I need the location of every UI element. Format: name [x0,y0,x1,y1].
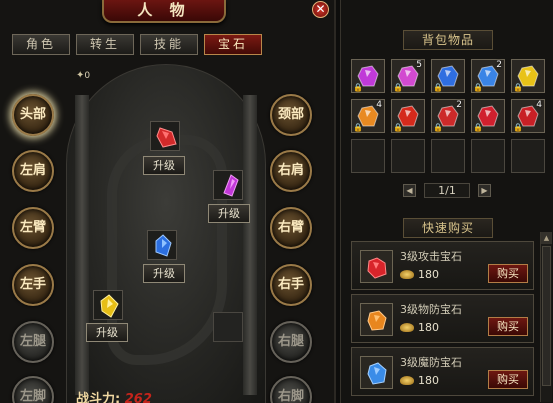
combat-power: 战斗力: 262 [76,392,152,403]
bag-title: 背包物品 [403,30,493,50]
slot-left-arm[interactable]: 左臂 [12,207,54,249]
slot-left-leg[interactable]: 左腿 [12,321,54,363]
lock-icon: 🔒 [353,83,363,92]
bag-slot-gem[interactable]: 🔒 [391,99,425,133]
lock-icon: 🔒 [473,123,483,132]
panel-title: 人 物 [102,0,226,23]
slot-right-hand[interactable]: 右手 [270,264,312,306]
coin-icon [400,323,414,332]
item-price: 180 [418,268,439,281]
coin-icon [400,376,414,385]
item-price: 180 [418,374,439,387]
gem-socket-pink[interactable] [213,170,243,200]
bag-slot-gem[interactable]: 4 🔒 [511,99,545,133]
page-indicator: 1/1 [424,183,470,198]
quick-buy-item: 3级攻击宝石 180 购买 [351,241,534,290]
sparkle-icon: ✦0 [76,70,91,81]
blue-gem-icon[interactable] [360,356,393,389]
bag-pager: ◀ 1/1 ▶ [403,183,491,198]
item-price: 180 [418,321,439,334]
lock-icon: 🔒 [433,83,443,92]
lock-icon: 🔒 [513,83,523,92]
quick-buy-title: 快速购买 [403,218,493,238]
scroll-thumb[interactable] [542,246,551,386]
bag-slot-gem[interactable]: 4 🔒 [351,99,385,133]
upgrade-button[interactable]: 升级 [143,264,185,283]
buy-button[interactable]: 购买 [488,370,528,389]
lock-icon: 🔒 [393,123,403,132]
slot-head[interactable]: 头部 [12,94,54,136]
close-button[interactable]: ✕ [312,1,329,18]
gem-socket-red[interactable] [150,121,180,151]
blue-gem-icon [155,234,172,257]
prev-page-button[interactable]: ◀ [403,184,416,197]
stack-count: 5 [416,60,422,70]
coin-icon [400,270,414,279]
pink-gem-icon [223,174,239,197]
red-gem-icon[interactable] [360,250,393,283]
upgrade-button[interactable]: 升级 [86,323,128,342]
bag-slot-empty[interactable] [511,139,545,173]
stack-count: 2 [456,100,462,110]
tab-rebirth[interactable]: 转生 [76,34,134,55]
quick-buy-item: 3级魔防宝石 180 购买 [351,347,534,396]
stack-count: 2 [496,60,502,70]
lock-icon: 🔒 [393,83,403,92]
lock-icon: 🔒 [473,83,483,92]
item-name: 3级魔防宝石 [400,356,462,369]
stack-count: 4 [376,100,382,110]
slot-left-foot[interactable]: 左脚 [12,376,54,403]
bag-slot-gem[interactable]: 5 🔒 [391,59,425,93]
yellow-gem-icon [100,294,119,318]
lock-icon: 🔒 [433,123,443,132]
bag-slot-gem[interactable]: 🔒 [471,99,505,133]
bag-slot-gem[interactable]: 2 🔒 [431,99,465,133]
buy-button[interactable]: 购买 [488,317,528,336]
quick-buy-item: 3级物防宝石 180 购买 [351,294,534,343]
slot-neck[interactable]: 颈部 [270,94,312,136]
gem-socket-blue[interactable] [147,230,177,260]
bag-slot-gem[interactable]: 🔒 [431,59,465,93]
upgrade-button[interactable]: 升级 [143,156,185,175]
bag-slot-gem[interactable]: 🔒 [351,59,385,93]
bag-grid: 🔒 5 🔒 🔒 2 🔒 🔒 4 🔒 🔒 2 🔒 🔒 4 🔒 [351,59,545,173]
tab-bar: 角色 转生 技能 宝石 [12,34,262,55]
inventory-panel: 背包物品 🔒 5 🔒 🔒 2 🔒 🔒 4 🔒 🔒 2 🔒 🔒 4 🔒 ◀ 1/1 ▶ 快速购买 3级攻击宝石… [340,0,553,403]
orange-gem-icon[interactable] [360,303,393,336]
tab-role[interactable]: 角色 [12,34,70,55]
tab-gems[interactable]: 宝石 [204,34,262,55]
lock-icon: 🔒 [353,123,363,132]
tab-skills[interactable]: 技能 [140,34,198,55]
quick-buy-scrollbar[interactable]: ▲ [540,232,552,402]
slot-right-shoulder[interactable]: 右肩 [270,150,312,192]
bag-slot-gem[interactable]: 2 🔒 [471,59,505,93]
bag-slot-gem[interactable]: 🔒 [511,59,545,93]
close-icon[interactable]: ✕ [315,2,325,16]
item-name: 3级物防宝石 [400,303,462,316]
character-panel: 人 物 ✕ 角色 转生 技能 宝石 ✦0 头部 左肩 左臂 左手 左腿 左脚 颈… [0,0,336,403]
lock-icon: 🔒 [513,123,523,132]
upgrade-button[interactable]: 升级 [208,204,250,223]
slot-right-leg[interactable]: 右腿 [270,321,312,363]
slot-left-hand[interactable]: 左手 [12,264,54,306]
red-gem-icon [156,127,177,148]
bag-slot-empty[interactable] [351,139,385,173]
scroll-up-icon[interactable]: ▲ [541,232,552,244]
buy-button[interactable]: 购买 [488,264,528,283]
stack-count: 4 [536,100,542,110]
bag-slot-empty[interactable] [391,139,425,173]
slot-right-foot[interactable]: 右脚 [270,376,312,403]
gem-socket-empty[interactable] [213,312,243,342]
next-page-button[interactable]: ▶ [478,184,491,197]
gem-socket-yellow[interactable] [93,290,123,320]
slot-right-arm[interactable]: 右臂 [270,207,312,249]
bag-slot-empty[interactable] [471,139,505,173]
bag-slot-empty[interactable] [431,139,465,173]
slot-left-shoulder[interactable]: 左肩 [12,150,54,192]
item-name: 3级攻击宝石 [400,250,462,263]
